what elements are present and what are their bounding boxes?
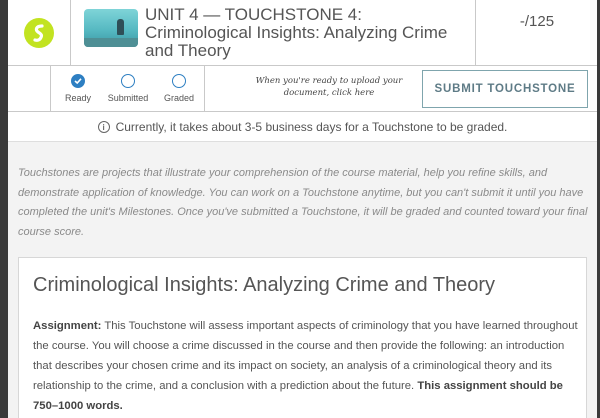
step-label: Ready [64,93,91,103]
checkmark-icon [71,74,85,88]
step-graded: Graded [154,74,204,103]
grading-info-text: Currently, it takes about 3-5 business d… [115,120,508,134]
score-value: -/125 [519,13,555,30]
step-submitted: Submitted [103,74,153,103]
touchstone-intro: Touchstones are projects that illustrate… [18,167,588,238]
main-content: Touchstones are projects that illustrate… [8,141,597,418]
score-cell: -/125 [475,0,597,66]
step-ready: Ready [53,74,103,103]
touchstone-page: UNIT 4 — TOUCHSTONE 4: Criminological In… [8,0,597,418]
touchstone-thumbnail-icon [84,9,138,47]
status-row: Ready Submitted Graded When you're ready… [8,66,597,112]
step-label: Submitted [107,93,149,103]
circle-icon [172,74,186,88]
assignment-card: Criminological Insights: Analyzing Crime… [18,257,587,418]
sophia-logo-icon[interactable] [24,18,54,48]
assignment-heading: Criminological Insights: Analyzing Crime… [33,274,496,296]
step-label: Graded [163,93,195,103]
submit-touchstone-button[interactable]: SUBMIT TOUCHSTONE [422,70,588,108]
page-title: UNIT 4 — TOUCHSTONE 4: Criminological In… [145,5,448,60]
logo-cell [8,0,71,66]
circle-icon [121,74,135,88]
progress-steps: Ready Submitted Graded [50,66,205,112]
info-icon: i [97,121,110,133]
touchstone-header: UNIT 4 — TOUCHSTONE 4: Criminological In… [8,0,597,66]
upload-note: When you're ready to upload your documen… [255,76,403,98]
grading-info-bar: i Currently, it takes about 3-5 business… [8,113,597,141]
assignment-description: Assignment: This Touchstone will assess … [33,316,578,416]
assignment-label: Assignment: [33,320,102,332]
